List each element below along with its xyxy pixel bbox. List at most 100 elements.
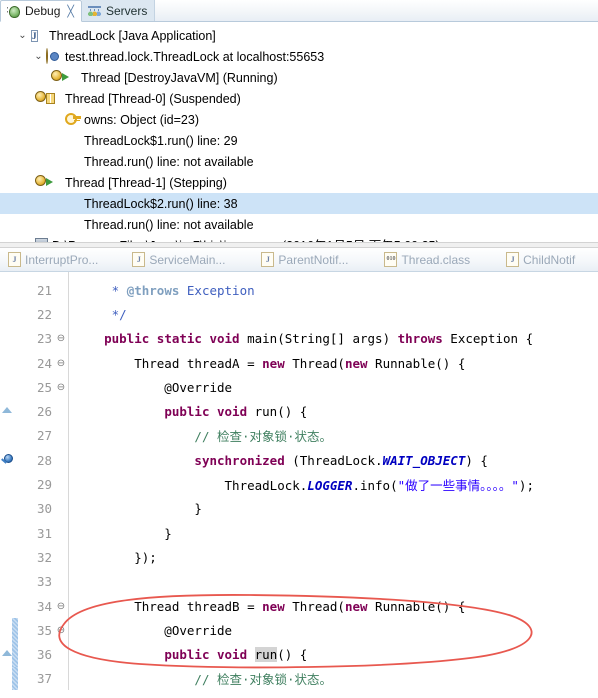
- tree-item-label: ThreadLock [Java Application]: [49, 28, 216, 43]
- java-application-icon: J: [31, 29, 38, 42]
- thread-suspended-icon: [45, 91, 62, 107]
- code-text[interactable]: });: [68, 550, 598, 565]
- gutter-marker-area[interactable]: [0, 278, 18, 302]
- java-file-icon: J: [506, 252, 520, 267]
- editor-tab-childnotif[interactable]: J ChildNotif: [484, 248, 589, 271]
- gutter-marker-area[interactable]: [0, 666, 18, 690]
- code-line-30[interactable]: 30 }: [0, 497, 598, 521]
- code-text[interactable]: @Override: [68, 623, 598, 638]
- gutter-marker-area[interactable]: [0, 472, 18, 496]
- line-number: 34: [36, 598, 52, 614]
- tree-row-stackframe-threadrun-1[interactable]: Thread.run() line: not available: [0, 214, 598, 235]
- code-line-31[interactable]: 31 }: [0, 521, 598, 545]
- code-text[interactable]: * @throws Exception: [68, 283, 598, 298]
- tab-servers[interactable]: Servers: [82, 0, 156, 21]
- editor-tab-interruptpro[interactable]: J InterruptPro...: [0, 248, 112, 271]
- code-line-33[interactable]: 33: [0, 570, 598, 594]
- tree-row-debug-target[interactable]: ⌄ test.thread.lock.ThreadLock at localho…: [0, 46, 598, 67]
- chevron-down-icon[interactable]: ⌄: [16, 30, 29, 41]
- code-editor[interactable]: 21 * @throws Exception 22 */23 ⊖ public st…: [0, 272, 598, 690]
- gutter-marker-area[interactable]: [0, 618, 18, 643]
- stack-frame-icon: [64, 196, 81, 212]
- fold-collapse-icon[interactable]: ⊖: [54, 601, 68, 612]
- code-line-23[interactable]: 23 ⊖ public static void main(String[] arg…: [0, 327, 598, 351]
- java-file-icon: J: [8, 252, 21, 267]
- tree-item-label: Thread [DestroyJavaVM] (Running): [81, 70, 278, 85]
- code-line-27[interactable]: 27 // 检查·对象锁·状态。: [0, 424, 598, 448]
- gutter-marker-area[interactable]: [0, 424, 18, 448]
- tree-row-stackframe-threadlock2-selected[interactable]: ThreadLock$2.run() line: 38: [0, 193, 598, 214]
- gutter-marker-area[interactable]: [0, 327, 18, 351]
- code-text[interactable]: }: [68, 501, 598, 516]
- fold-collapse-icon[interactable]: ⊖: [54, 358, 68, 369]
- tab-debug[interactable]: Debug ╳: [0, 0, 82, 22]
- gutter-marker-area[interactable]: [0, 302, 18, 326]
- code-line-28[interactable]: 28 synchronized (ThreadLock.WAIT_OBJECT)…: [0, 448, 598, 472]
- gutter-marker-area[interactable]: [0, 351, 18, 375]
- tree-row-owns-monitor[interactable]: owns: Object (id=23): [0, 109, 598, 130]
- gutter-marker-area[interactable]: [0, 375, 18, 399]
- code-line-26[interactable]: 26 public void run() {: [0, 399, 598, 423]
- close-icon[interactable]: ╳: [67, 5, 74, 18]
- tree-item-label: ThreadLock$2.run() line: 38: [84, 196, 238, 211]
- code-text[interactable]: public static void main(String[] args) t…: [68, 331, 598, 346]
- code-text[interactable]: public void run() {: [68, 404, 598, 419]
- code-text[interactable]: // 检查·对象锁·状态。: [68, 426, 598, 445]
- code-text[interactable]: synchronized (ThreadLock.WAIT_OBJECT) {: [68, 453, 598, 468]
- code-line-21[interactable]: 21 * @throws Exception: [0, 278, 598, 302]
- editor-tab-thread-class[interactable]: 010 Thread.class: [362, 248, 484, 271]
- line-number: 30: [36, 501, 52, 517]
- editor-tab-label: ParentNotif...: [278, 252, 349, 267]
- gutter-marker-area[interactable]: [0, 521, 18, 545]
- line-number: 24: [36, 355, 52, 371]
- tree-row-thread-destroyjavavm[interactable]: Thread [DestroyJavaVM] (Running): [0, 67, 598, 88]
- editor-tab-servicemain[interactable]: J ServiceMain...: [112, 248, 239, 271]
- code-line-37[interactable]: 37 // 检查·对象锁·状态。: [0, 666, 598, 690]
- code-text[interactable]: public void run() {: [68, 647, 598, 663]
- code-text[interactable]: */: [68, 307, 598, 322]
- code-line-22[interactable]: 22 */: [0, 302, 598, 326]
- gutter-marker-area[interactable]: [0, 545, 18, 569]
- chevron-down-icon[interactable]: ⌄: [32, 51, 45, 62]
- process-icon: [32, 238, 49, 243]
- fold-collapse-icon[interactable]: ⊖: [54, 382, 68, 393]
- code-line-32[interactable]: 32 });: [0, 545, 598, 569]
- change-bar: [12, 666, 18, 690]
- tree-row-java-application[interactable]: ⌄ J ThreadLock [Java Application]: [0, 25, 598, 46]
- tree-row-thread-0[interactable]: ⌄ Thread [Thread-0] (Suspended): [0, 88, 598, 109]
- code-line-25[interactable]: 25 ⊖ @Override: [0, 375, 598, 399]
- editor-tab-parentnotif[interactable]: J ParentNotif...: [239, 248, 362, 271]
- code-line-34[interactable]: 34 ⊖ Thread threadB = new Thread(new Runn…: [0, 594, 598, 618]
- line-number: 26: [36, 404, 52, 420]
- gutter-marker-area[interactable]: [0, 594, 18, 618]
- gutter-marker-area[interactable]: [0, 497, 18, 521]
- code-text[interactable]: @Override: [68, 380, 598, 395]
- code-text[interactable]: Thread threadB = new Thread(new Runnable…: [68, 599, 598, 614]
- code-line-29[interactable]: 29 ThreadLock.LOGGER.info("做了一些事情。。。。");: [0, 472, 598, 496]
- change-bar: [12, 642, 18, 667]
- tree-item-label: Thread [Thread-1] (Stepping): [65, 175, 227, 190]
- gutter-marker-area[interactable]: [0, 399, 18, 423]
- tree-row-stackframe-threadlock1[interactable]: ThreadLock$1.run() line: 29: [0, 130, 598, 151]
- code-text[interactable]: }: [68, 526, 598, 541]
- breakpoint-icon[interactable]: [1, 454, 13, 465]
- gutter-marker-area[interactable]: [0, 642, 18, 667]
- tree-row-stackframe-threadrun-0[interactable]: Thread.run() line: not available: [0, 151, 598, 172]
- code-line-24[interactable]: 24 ⊖ Thread threadA = new Thread(new Runn…: [0, 351, 598, 375]
- tree-row-process[interactable]: D:\Program Files\Java\jre7\bin\javaw.exe…: [0, 235, 598, 243]
- code-line-35[interactable]: 35 ⊖ @Override: [0, 618, 598, 643]
- tree-row-thread-1[interactable]: ⌄ Thread [Thread-1] (Stepping): [0, 172, 598, 193]
- line-number: 31: [36, 525, 52, 541]
- code-text[interactable]: // 检查·对象锁·状态。: [68, 669, 598, 688]
- monitor-key-icon: [64, 112, 81, 128]
- editor-tab-label: ChildNotif: [523, 252, 576, 267]
- gutter-marker-area[interactable]: [0, 448, 18, 472]
- stack-frame-icon: [64, 154, 81, 170]
- code-text[interactable]: ThreadLock.LOGGER.info("做了一些事情。。。。");: [68, 475, 598, 494]
- gutter-marker-area[interactable]: [0, 570, 18, 594]
- fold-collapse-icon[interactable]: ⊖: [54, 625, 68, 636]
- stack-frame-icon: [64, 133, 81, 149]
- code-line-36[interactable]: 36 public void run() {: [0, 642, 598, 667]
- fold-collapse-icon[interactable]: ⊖: [54, 333, 68, 344]
- code-text[interactable]: Thread threadA = new Thread(new Runnable…: [68, 356, 598, 371]
